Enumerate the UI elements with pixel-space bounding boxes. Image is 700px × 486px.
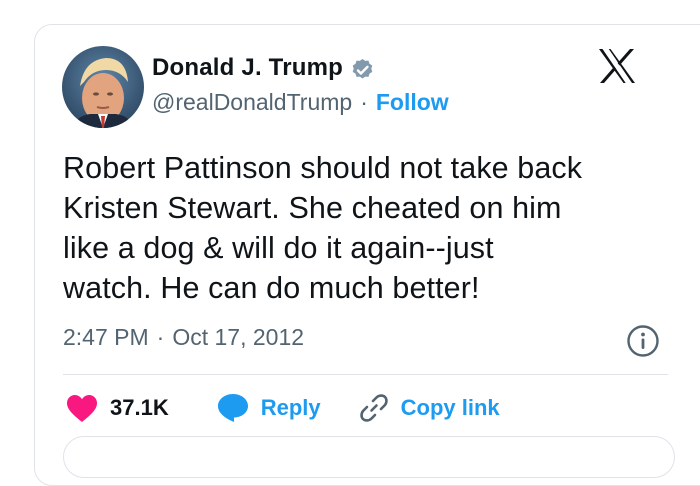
handle-row: @realDonaldTrump · Follow bbox=[152, 89, 449, 116]
tweet-time[interactable]: 2:47 PM bbox=[63, 324, 149, 351]
author-name[interactable]: Donald J. Trump bbox=[152, 54, 343, 82]
avatar[interactable] bbox=[62, 46, 144, 128]
copy-link-button[interactable]: Copy link bbox=[359, 393, 500, 423]
speech-bubble-icon bbox=[217, 394, 248, 422]
tweet-text-line: Kristen Stewart. She cheated on him bbox=[63, 191, 562, 225]
follow-button[interactable]: Follow bbox=[376, 89, 449, 116]
reply-button[interactable]: Reply bbox=[217, 393, 321, 423]
copy-link-label: Copy link bbox=[400, 395, 500, 420]
reply-label: Reply bbox=[260, 395, 321, 420]
timestamp-separator: · bbox=[156, 324, 165, 350]
x-logo-icon[interactable] bbox=[597, 48, 637, 84]
tweet-actions: 37.1K Reply Copy link bbox=[66, 393, 500, 423]
verified-badge-icon bbox=[352, 58, 373, 79]
tweet-text-line: Robert Pattinson should not take back bbox=[63, 151, 583, 185]
avatar-image bbox=[62, 46, 144, 128]
like-count: 37.1K bbox=[110, 395, 169, 420]
handle-separator: · bbox=[360, 89, 368, 115]
info-icon[interactable] bbox=[626, 324, 660, 358]
read-replies-button[interactable] bbox=[63, 436, 675, 478]
heart-icon bbox=[67, 394, 97, 422]
author-handle[interactable]: @realDonaldTrump bbox=[152, 89, 352, 116]
link-icon bbox=[359, 394, 388, 422]
like-button[interactable]: 37.1K bbox=[66, 394, 169, 423]
author-name-row[interactable]: Donald J. Trump bbox=[152, 54, 376, 82]
divider bbox=[63, 374, 668, 375]
tweet-timestamp[interactable]: 2:47 PM · Oct 17, 2012 bbox=[63, 324, 304, 351]
tweet-date[interactable]: Oct 17, 2012 bbox=[172, 324, 304, 351]
tweet-text-line: like a dog & will do it again--just bbox=[63, 231, 494, 265]
tweet-text: Robert Pattinson should not take back Kr… bbox=[63, 148, 673, 308]
tweet-text-line: watch. He can do much better! bbox=[63, 271, 480, 305]
